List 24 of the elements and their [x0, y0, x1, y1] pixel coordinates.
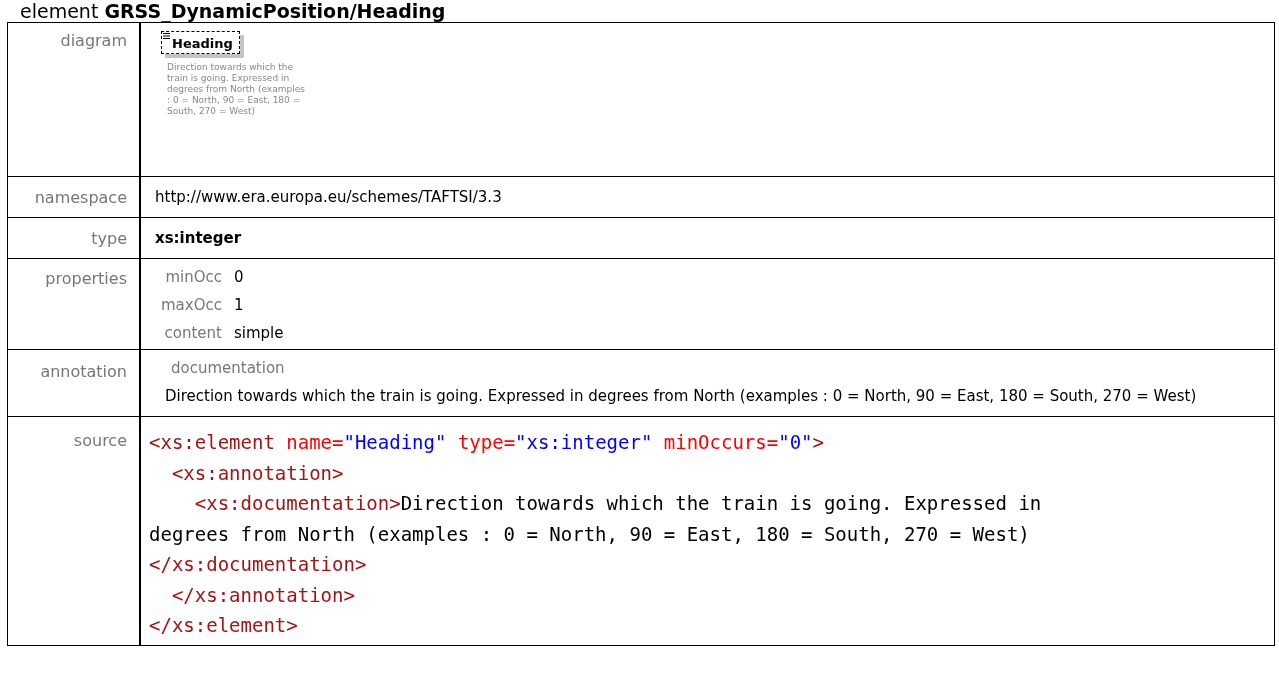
- lines-icon: [163, 33, 170, 39]
- property-value: 1: [234, 295, 245, 316]
- row-label: properties: [45, 269, 127, 288]
- code-line: <xs:documentation>Direction towards which the train is going. Expressed in degrees from North (examples : 0 = North, 90 = East, 180 = South, 270 = West) </xs:documentation>: [149, 491, 1043, 577]
- annotation-text: Direction towards which the train is going. Expressed in degrees from North (examples : 0 = North, 90 = East, 180 = South, 270 = West): [165, 386, 1198, 407]
- property-value: simple: [234, 323, 284, 344]
- property-name: content: [163, 323, 222, 344]
- property-name: maxOcc: [161, 295, 222, 316]
- property-name: minOcc: [164, 267, 222, 288]
- type-value: xs:integer: [155, 229, 242, 247]
- code-line: </xs:element>: [149, 613, 299, 638]
- row-label: namespace: [34, 188, 127, 207]
- namespace-value: http://www.era.europa.eu/schemes/TAFTSI/3.3: [155, 188, 502, 206]
- row-label: type: [91, 229, 127, 248]
- row-label: source: [73, 431, 127, 450]
- page-title: element GRSS_DynamicPosition/Heading: [19, 0, 447, 22]
- row-label: annotation: [40, 362, 127, 381]
- row-label: diagram: [60, 31, 127, 50]
- property-value: 0: [234, 267, 245, 288]
- code-line: <xs:element name="Heading" type="xs:integer" minOccurs="0">: [149, 430, 825, 455]
- code-line: </xs:annotation>: [170, 582, 356, 608]
- annotation-heading: documentation: [171, 359, 285, 377]
- code-line: <xs:annotation>: [170, 460, 345, 486]
- element-description: Direction towards which the train is going. Expressed in degrees from North (examples : 0 = North, 90 = East, 180 = South, 270 = West): [167, 62, 306, 117]
